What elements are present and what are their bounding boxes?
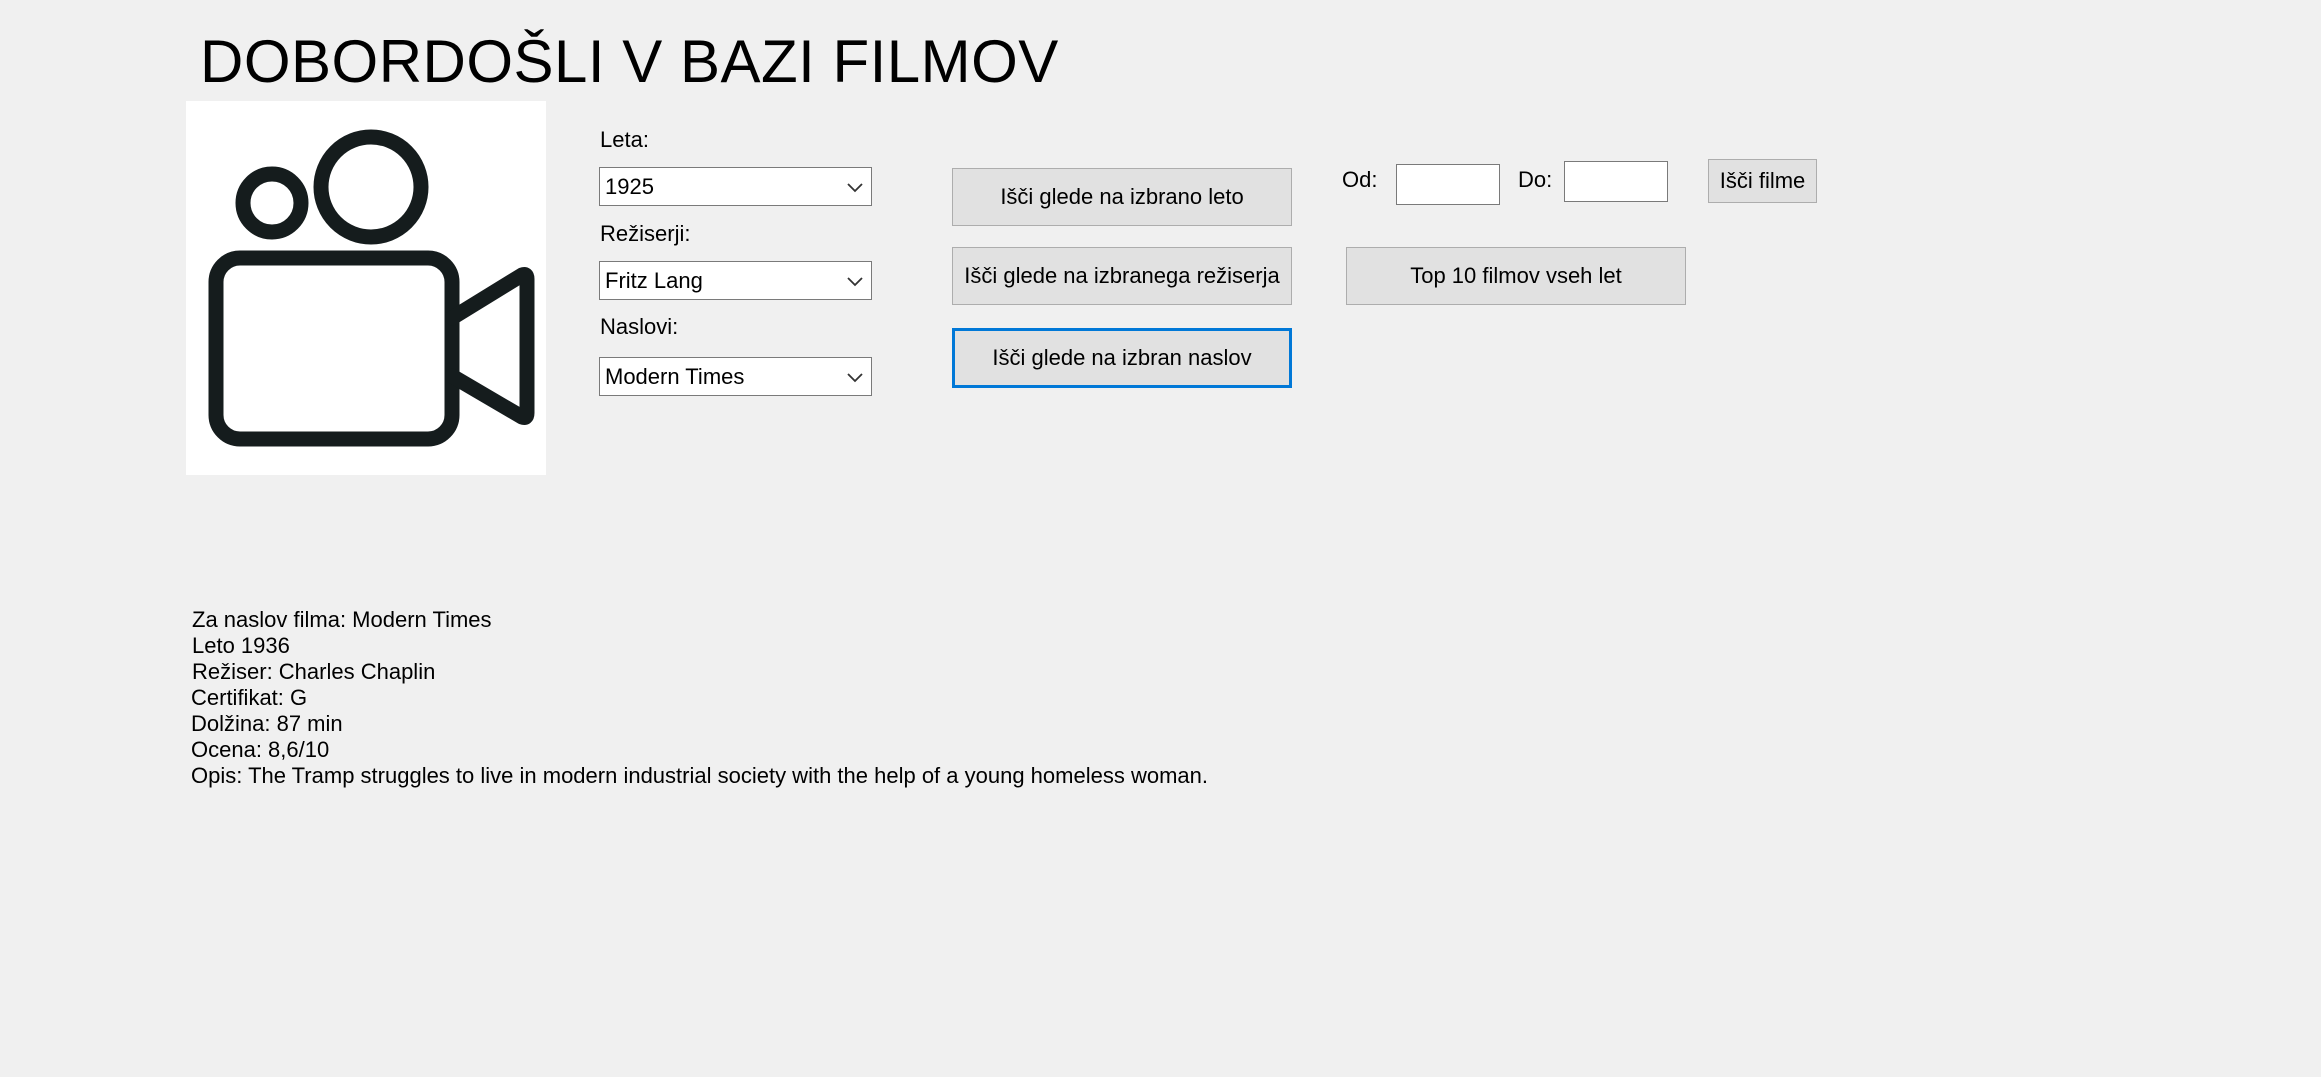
to-label: Do: bbox=[1518, 167, 1553, 192]
top10-films-button[interactable]: Top 10 filmov vseh let bbox=[1346, 247, 1686, 305]
title-dropdown-value: Modern Times bbox=[605, 364, 745, 389]
result-rating-line: Ocena: 8,6/10 bbox=[191, 737, 330, 762]
chevron-down-icon bbox=[847, 373, 863, 383]
video-camera-icon bbox=[208, 129, 535, 447]
from-label: Od: bbox=[1342, 167, 1378, 192]
title-label: Naslovi: bbox=[600, 314, 679, 339]
result-director-line: Režiser: Charles Chaplin bbox=[192, 659, 436, 684]
director-dropdown[interactable]: Fritz Lang bbox=[599, 261, 872, 300]
to-year-input[interactable] bbox=[1564, 161, 1668, 202]
director-label: Režiserji: bbox=[600, 221, 691, 246]
result-year-line: Leto 1936 bbox=[192, 633, 290, 658]
from-year-input[interactable] bbox=[1396, 164, 1500, 205]
chevron-down-icon bbox=[847, 277, 863, 287]
year-label: Leta: bbox=[600, 127, 649, 152]
result-certificate-line: Certifikat: G bbox=[191, 685, 308, 710]
search-by-director-button[interactable]: Išči glede na izbranega režiserja bbox=[952, 247, 1292, 305]
page-title: DOBORDOŠLI V BAZI FILMOV bbox=[200, 28, 1059, 95]
logo-picture bbox=[186, 101, 546, 475]
chevron-down-icon bbox=[847, 183, 863, 193]
search-films-button[interactable]: Išči filme bbox=[1708, 159, 1817, 203]
year-dropdown[interactable]: 1925 bbox=[599, 167, 872, 206]
director-dropdown-value: Fritz Lang bbox=[605, 268, 703, 293]
year-dropdown-value: 1925 bbox=[605, 174, 654, 199]
result-description-line: Opis: The Tramp struggles to live in mod… bbox=[191, 763, 1208, 788]
search-by-year-button[interactable]: Išči glede na izbrano leto bbox=[952, 168, 1292, 226]
result-length-line: Dolžina: 87 min bbox=[191, 711, 343, 736]
title-dropdown[interactable]: Modern Times bbox=[599, 357, 872, 396]
result-title-line: Za naslov filma: Modern Times bbox=[192, 607, 492, 632]
search-by-title-button[interactable]: Išči glede na izbran naslov bbox=[952, 328, 1292, 388]
